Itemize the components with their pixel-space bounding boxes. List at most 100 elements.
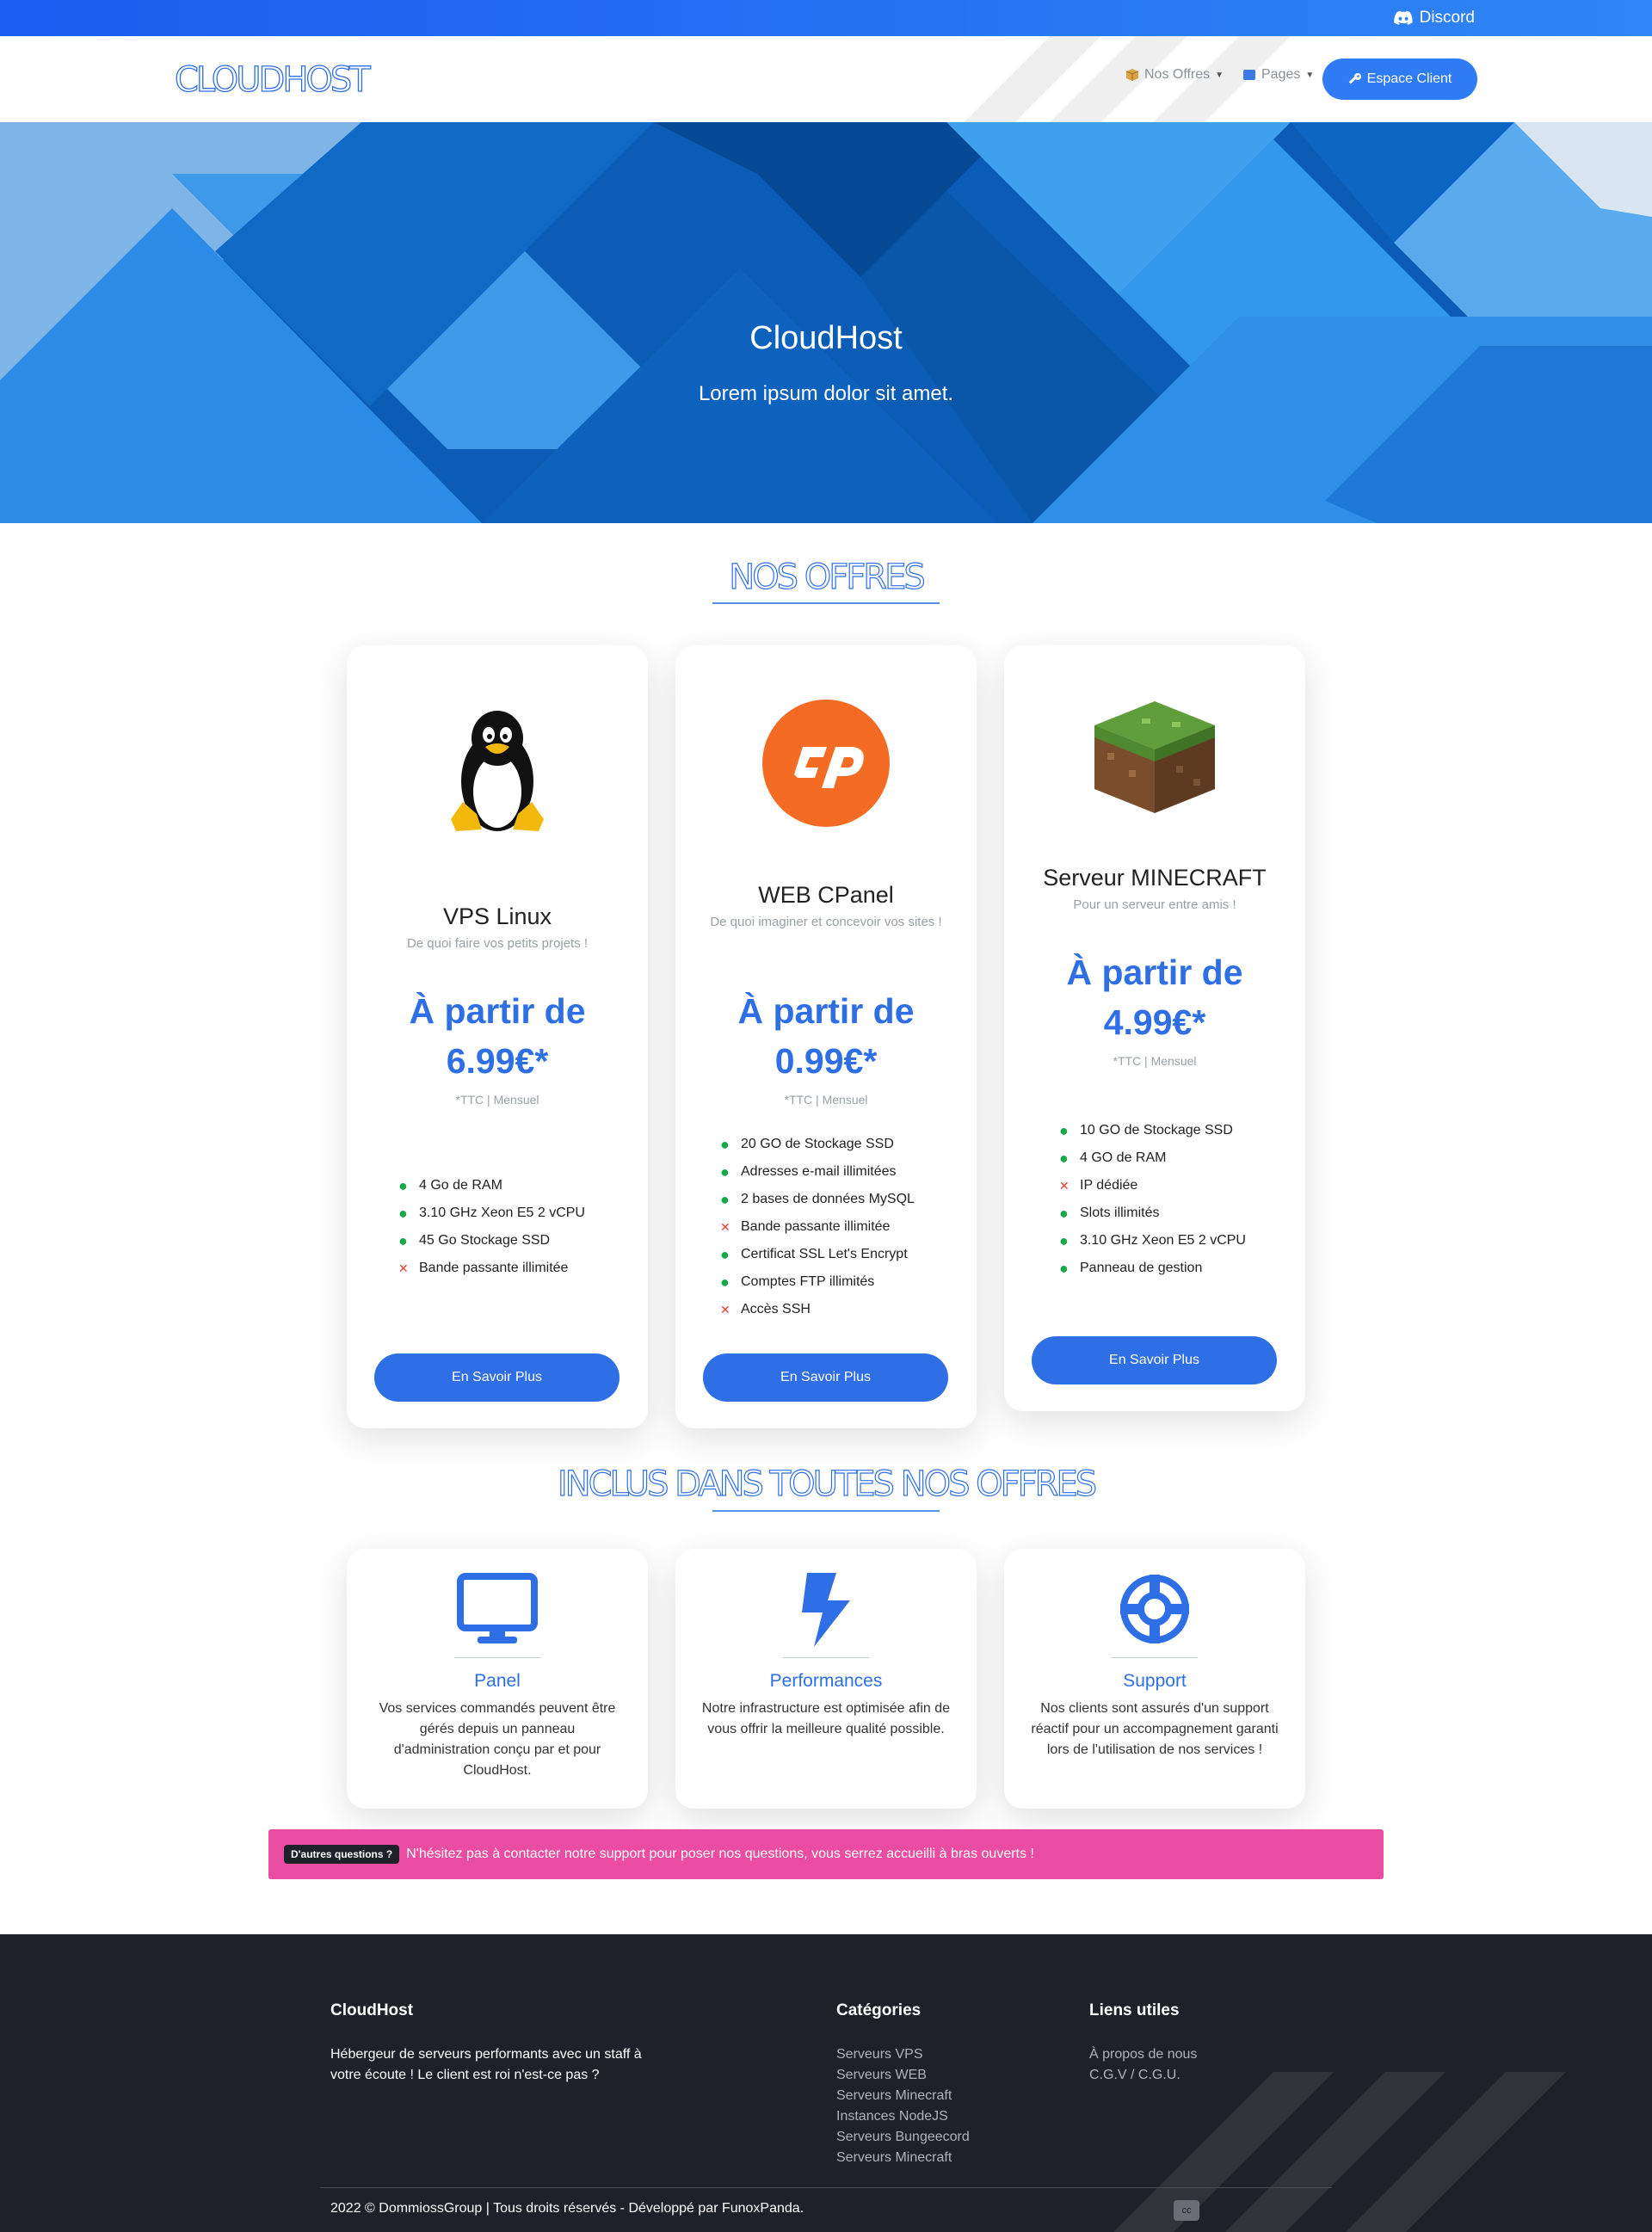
included-title-underline [712,1510,940,1512]
nav-pages-dropdown[interactable]: Pages ▼ [1242,67,1314,83]
alert-text: N'hésitez pas à contacter notre support … [406,1847,1034,1861]
offer-features: ● 4 Go de RAM ● 3.10 GHz Xeon E5 2 vCPU ● 4… [398,1172,585,1282]
footer-link[interactable]: C.G.V / C.G.U. [1089,2065,1197,2086]
included-item-text: Nos clients sont assurés d'un support ré… [1031,1701,1279,1757]
feature-item: ● 20 GO de Stockage SSD [720,1135,894,1153]
check-dot-icon: ● [720,1190,730,1208]
footer-link[interactable]: Instances NodeJS [836,2106,970,2127]
linux-penguin-icon [451,711,544,831]
footer-link[interactable]: Serveurs Minecraft [836,2086,970,2106]
feature-item: ● 10 GO de Stockage SSD [1059,1121,1233,1139]
offer-price-note: *TTC | Mensuel [1113,1054,1197,1068]
espace-client-label: Espace Client [1366,71,1452,86]
check-dot-icon: ● [398,1204,408,1222]
footer-link[interactable]: À propos de nous [1089,2044,1197,2065]
offer-price: 6.99€* [446,1041,549,1081]
cpanel-icon [762,700,890,827]
cross-icon: ✕ [720,1219,730,1234]
offers-title: NOS OFFRES [729,557,927,597]
footer-brand-text: Hébergeur de serveurs performants avec u… [330,2047,642,2082]
feature-item: ✕ Bande passante illimitée [398,1261,569,1275]
footer-brand-heading: CloudHost [330,2001,414,2019]
check-dot-icon: ● [720,1135,730,1153]
included-item-title: Panel [474,1671,521,1691]
hero-banner: CloudHost Lorem ipsum dolor sit amet. [0,122,1652,523]
included-card-support: Support Nos clients sont assurés d'un su… [1004,1549,1305,1809]
offer-card-web: WEB CPanel De quoi imaginer et concevoir… [675,645,977,1428]
footer-categories-list: Serveurs VPS Serveurs WEB Serveurs Minec… [836,2044,970,2168]
offer-description: Pour un serveur entre amis ! [1073,897,1236,912]
offer-name: Serveur MINECRAFT [1043,865,1267,891]
included-item-title: Support [1123,1671,1187,1691]
check-dot-icon: ● [1059,1121,1069,1139]
footer-categories-heading: Catégories [836,2001,922,2019]
offer-price: 4.99€* [1103,1002,1206,1042]
footer-link[interactable]: Serveurs Minecraft [836,2148,970,2168]
footer-link[interactable]: Serveurs Bungeecord [836,2127,970,2148]
footer-link[interactable]: Serveurs VPS [836,2044,970,2065]
offer-card-minecraft: Serveur MINECRAFT Pour un serveur entre … [1004,645,1305,1411]
check-dot-icon: ● [1059,1149,1069,1167]
included-item-text: Vos services commandés peuvent être géré… [379,1701,616,1778]
hero-subtitle: Lorem ipsum dolor sit amet. [698,382,954,405]
feature-item: ● Comptes FTP illimités [720,1273,875,1291]
feature-item: ● 4 Go de RAM [398,1176,502,1194]
footer-useful-links: À propos de nous C.G.V / C.G.U. [1089,2044,1197,2086]
chevron-down-icon: ▼ [1305,70,1315,80]
monitor-icon [457,1573,538,1643]
offer-price: 0.99€* [774,1041,878,1081]
included-card-performances: Performances Notre infrastructure est op… [675,1549,977,1809]
feature-item: ● Panneau de gestion [1059,1259,1203,1277]
chevron-down-icon: ▼ [1215,70,1224,80]
discord-icon [1393,10,1413,25]
footer: CloudHost Hébergeur de serveurs performa… [0,1934,1652,2232]
nav-offres-dropdown[interactable]: Nos Offres ▼ [1125,67,1224,83]
feature-item: ● 3.10 GHz Xeon E5 2 vCPU [398,1204,585,1222]
check-dot-icon: ● [720,1273,730,1291]
hero-title: CloudHost [749,320,903,356]
minecraft-grass-block-icon [1094,701,1215,813]
feature-item: ● Certificat SSL Let's Encrypt [720,1245,908,1263]
divider [783,1657,869,1658]
check-dot-icon: ● [720,1162,730,1181]
offer-price-note: *TTC | Mensuel [455,1093,539,1107]
lightning-bolt-icon [802,1573,850,1647]
nav-offres-label: Nos Offres [1144,67,1211,82]
discord-link[interactable]: Discord [1393,9,1475,28]
check-dot-icon: ● [398,1176,408,1194]
offer-name: WEB CPanel [758,882,894,908]
cross-icon: ✕ [398,1261,409,1275]
offer-name: VPS Linux [442,903,552,929]
espace-client-button[interactable]: Espace Client [1322,59,1477,100]
license-badge: cc [1174,2200,1199,2221]
site-logo[interactable]: CLOUDHOST [174,59,371,100]
offer-features: ● 10 GO de Stockage SSD ● 4 GO de RAM ✕ IP … [1059,1117,1246,1282]
top-bar: Discord [0,0,1652,36]
offer-description: De quoi imaginer et concevoir vos sites … [710,915,942,929]
cross-icon: ✕ [720,1302,730,1316]
discord-label: Discord [1419,9,1475,27]
offer-learn-more-button[interactable]: En Savoir Plus [703,1353,948,1402]
offer-description: De quoi faire vos petits projets ! [406,936,589,951]
offer-learn-more-button[interactable]: En Savoir Plus [374,1353,620,1402]
included-card-panel: Panel Vos services commandés peuvent êtr… [347,1549,648,1809]
feature-item: ● 4 GO de RAM [1059,1149,1167,1167]
feature-item: ✕ Accès SSH [720,1302,811,1316]
check-dot-icon: ● [720,1245,730,1263]
offer-price-prefix: À partir de [1066,953,1243,992]
feature-item: ● 45 Go Stockage SSD [398,1231,551,1249]
offer-features: ● 20 GO de Stockage SSD ● Adresses e-mail … [720,1131,915,1323]
included-item-text: Notre infrastructure est optimisée afin … [701,1701,951,1736]
feature-item: ● 2 bases de données MySQL [720,1190,915,1208]
feature-item: ● 3.10 GHz Xeon E5 2 vCPU [1059,1231,1246,1249]
offer-price-prefix: À partir de [737,991,915,1031]
check-dot-icon: ● [1059,1204,1069,1222]
check-dot-icon: ● [1059,1231,1069,1249]
lifebuoy-icon [1120,1575,1189,1643]
feature-item: ● Slots illimités [1059,1204,1160,1222]
feature-item: ✕ Bande passante illimitée [720,1219,891,1234]
footer-link[interactable]: Serveurs WEB [836,2065,970,2086]
navbar: CLOUDHOST Nos Offres ▼ Pages ▼ Espace Cl… [0,36,1652,122]
included-title: INCLUS DANS TOUTES NOS OFFRES [557,1464,1097,1504]
offer-learn-more-button[interactable]: En Savoir Plus [1032,1336,1277,1384]
